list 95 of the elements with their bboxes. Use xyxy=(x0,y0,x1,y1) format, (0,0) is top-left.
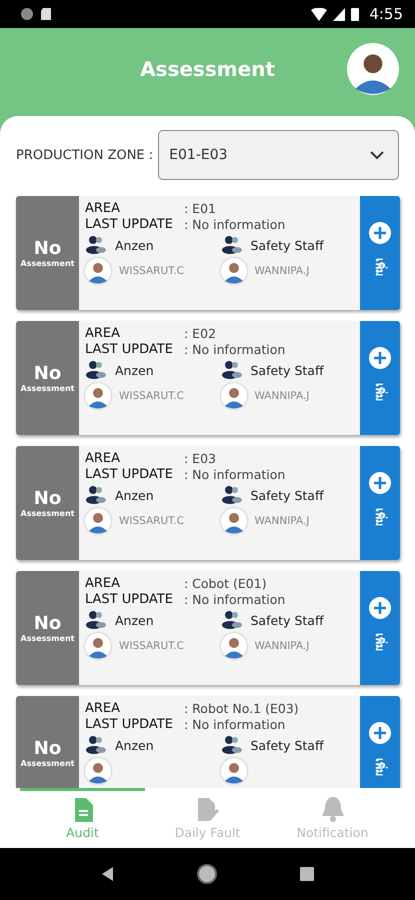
status-text: No xyxy=(34,238,62,259)
page-title: Assessment xyxy=(140,57,275,81)
wifi-icon xyxy=(311,8,328,20)
status-text: No xyxy=(34,488,62,509)
status-subtext: Assessment xyxy=(20,259,74,268)
role-label: Anzen xyxy=(115,362,154,378)
chevron-down-icon xyxy=(370,150,384,160)
signal-icon xyxy=(333,8,346,20)
sd-card-icon xyxy=(40,7,52,21)
plus-icon xyxy=(369,347,391,369)
person-name: WANNIPA.J xyxy=(254,640,310,652)
field-label: LAST UPDATE xyxy=(85,592,174,607)
avatar xyxy=(220,633,246,659)
field-label: LAST UPDATE xyxy=(85,467,174,482)
field-label: LAST UPDATE xyxy=(85,217,174,232)
people-icon xyxy=(85,610,107,630)
person-name: WANNIPA.J xyxy=(254,265,310,277)
role-label: Safety Staff xyxy=(250,738,324,752)
add-button[interactable]: เพิ่ม xyxy=(360,696,400,788)
status-text: No xyxy=(34,363,62,384)
avatar xyxy=(220,508,246,534)
status-subtext: Assessment xyxy=(20,634,74,643)
field-label: LAST UPDATE xyxy=(85,717,174,732)
field-label: AREA xyxy=(85,201,122,216)
back-icon[interactable] xyxy=(100,866,115,882)
plus-icon xyxy=(369,722,391,744)
profile-avatar[interactable] xyxy=(347,43,399,95)
people-icon xyxy=(220,235,242,255)
field-value: : E01 xyxy=(184,201,216,216)
field-value: : No information xyxy=(184,592,286,607)
field-label: LAST UPDATE xyxy=(85,342,174,357)
role-label: Anzen xyxy=(115,612,154,628)
add-button[interactable]: เพิ่ม xyxy=(360,571,400,685)
people-icon xyxy=(85,360,107,380)
plus-icon xyxy=(369,222,391,244)
person-name: WANNIPA.J xyxy=(254,390,310,402)
person-name: WISSARUT.C xyxy=(119,640,184,652)
role-label: Safety Staff xyxy=(250,362,324,378)
people-icon xyxy=(220,735,242,755)
person-name: WISSARUT.C xyxy=(119,390,184,402)
field-value: : No information xyxy=(184,467,286,482)
document-icon xyxy=(72,798,92,822)
add-button[interactable]: เพิ่ม xyxy=(360,446,400,560)
people-icon xyxy=(220,360,242,380)
bell-icon xyxy=(320,796,346,822)
status-dot-icon xyxy=(20,7,34,21)
field-label: AREA xyxy=(85,451,122,466)
field-value: : E02 xyxy=(184,326,216,341)
field-label: AREA xyxy=(85,326,122,341)
avatar xyxy=(220,383,246,409)
recents-icon[interactable] xyxy=(300,867,314,881)
status-text: No xyxy=(34,738,62,759)
person-name: WISSARUT.C xyxy=(119,265,184,277)
people-icon xyxy=(85,485,107,505)
plus-icon xyxy=(369,597,391,619)
status-subtext: Assessment xyxy=(20,509,74,518)
person-name: WISSARUT.C xyxy=(119,515,184,527)
field-label: AREA xyxy=(85,576,122,591)
avatar xyxy=(85,508,111,534)
role-label: Anzen xyxy=(115,738,154,752)
avatar xyxy=(85,633,111,659)
role-label: Anzen xyxy=(115,488,154,502)
avatar xyxy=(220,758,246,784)
role-label: Safety Staff xyxy=(250,238,324,252)
people-icon xyxy=(85,735,107,755)
battery-icon xyxy=(351,7,360,21)
plus-icon xyxy=(369,472,391,494)
field-value: : No information xyxy=(184,342,286,357)
field-value: : E03 xyxy=(184,451,216,466)
clock: 4:55 xyxy=(369,5,403,23)
avatar xyxy=(85,383,111,409)
zone-label: PRODUCTION ZONE : xyxy=(16,148,154,162)
people-icon xyxy=(85,235,107,255)
status-text: No xyxy=(34,613,62,634)
field-value: : No information xyxy=(184,217,286,232)
edit-document-icon xyxy=(196,798,220,822)
people-icon xyxy=(220,610,242,630)
add-button[interactable]: เพิ่ม xyxy=(360,321,400,435)
people-icon xyxy=(220,485,242,505)
home-icon[interactable] xyxy=(196,863,218,885)
role-label: Safety Staff xyxy=(250,612,324,628)
avatar xyxy=(85,758,111,784)
field-value: : Cobot (E01) xyxy=(184,576,267,591)
avatar xyxy=(85,258,111,284)
field-value: : No information xyxy=(184,717,286,732)
add-button[interactable]: เพิ่ม xyxy=(360,196,400,310)
field-label: AREA xyxy=(85,701,122,716)
role-label: Anzen xyxy=(115,238,154,252)
zone-dropdown[interactable]: E01-E03 xyxy=(158,130,399,180)
status-subtext: Assessment xyxy=(20,759,74,768)
role-label: Safety Staff xyxy=(250,488,324,502)
field-value: : Robot No.1 (E03) xyxy=(184,701,299,716)
status-subtext: Assessment xyxy=(20,384,74,393)
avatar xyxy=(220,258,246,284)
person-name: WANNIPA.J xyxy=(254,515,310,527)
